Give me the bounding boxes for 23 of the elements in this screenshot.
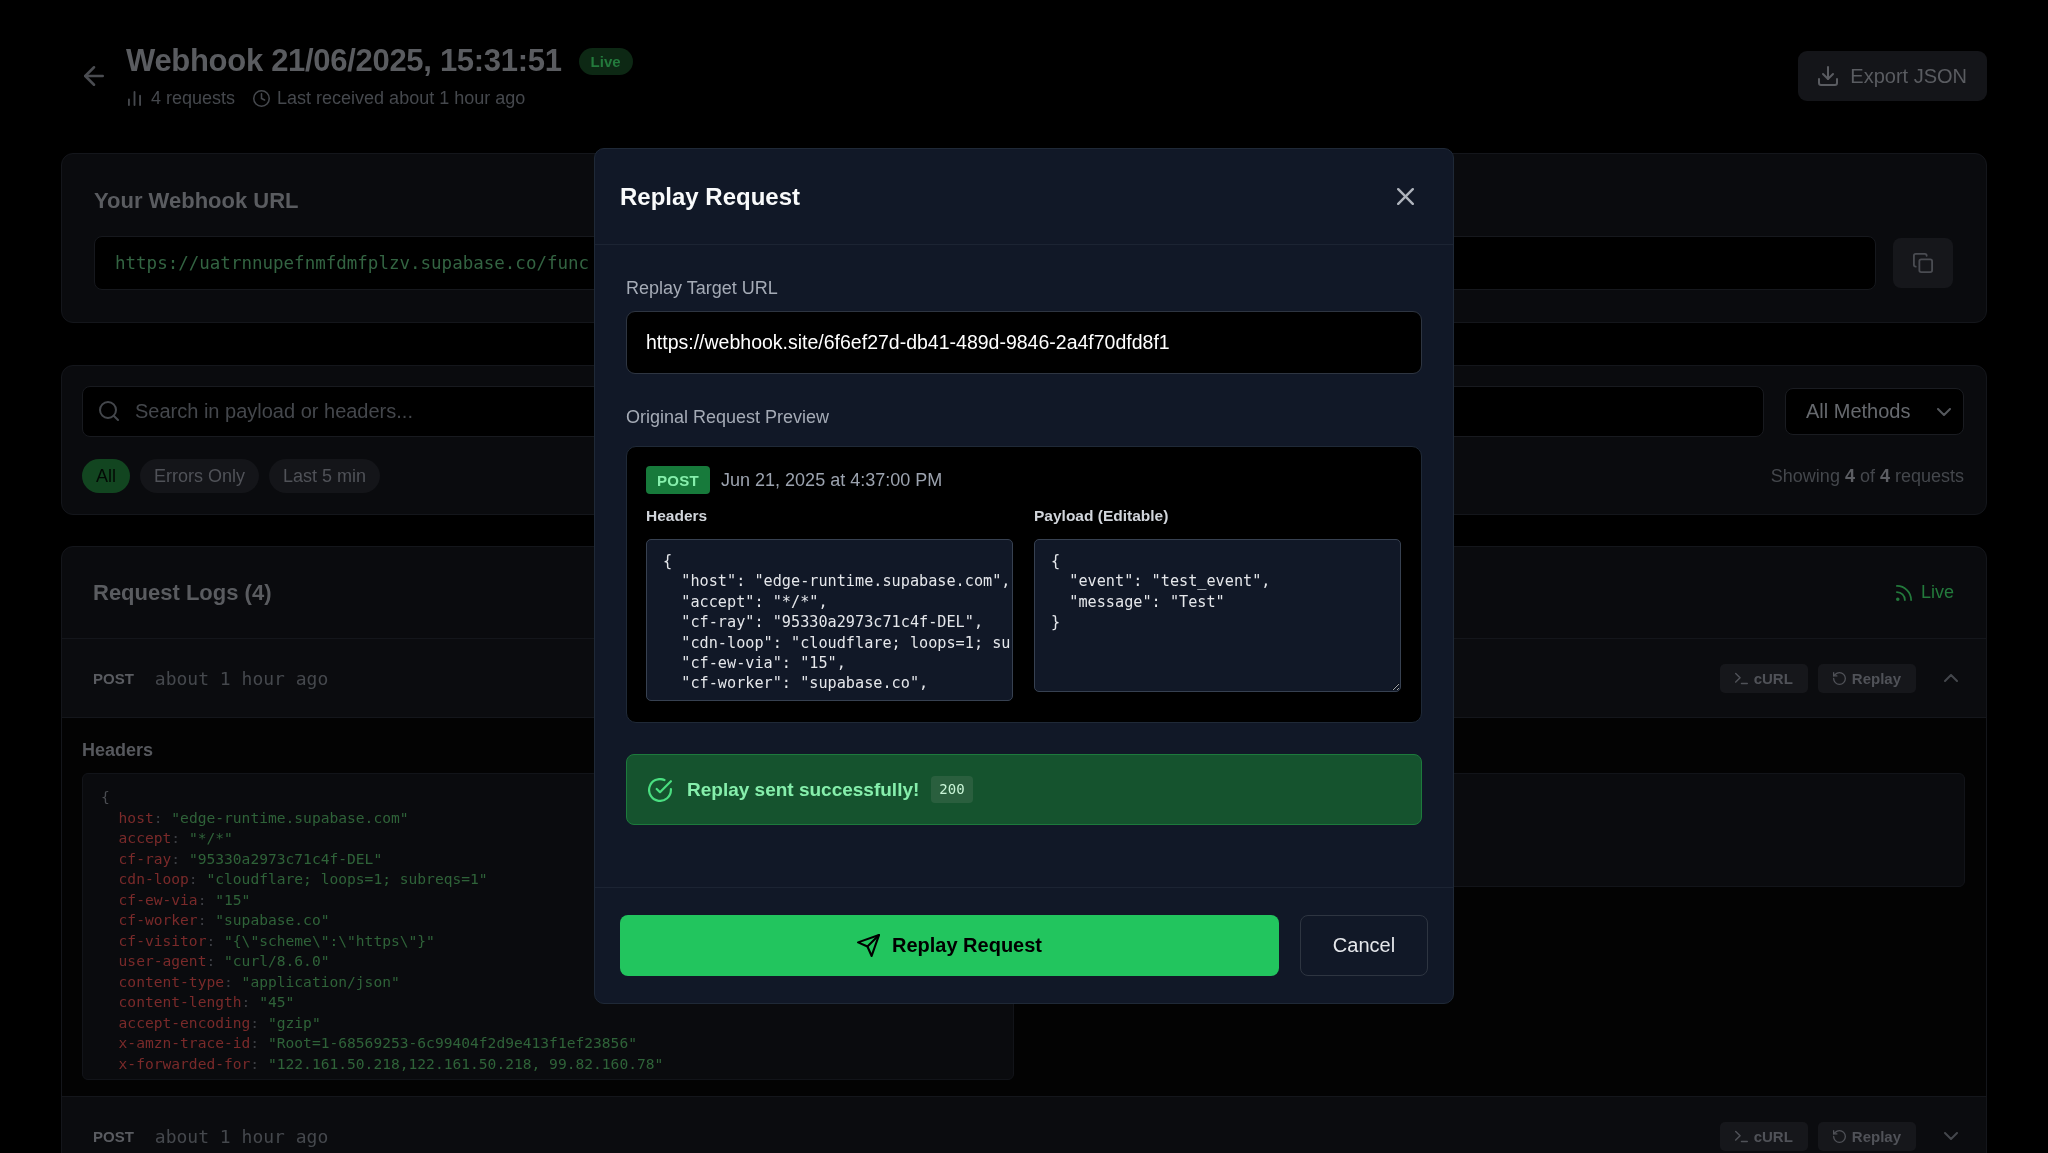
card-title: Your Webhook URL — [94, 188, 299, 214]
field-label: Replay Target URL — [626, 277, 778, 299]
headers-code: { "host": "edge-runtime.supabase.com", "accept": "*/*", "cf-ray": "95330a2973c71c4f-DEL", "cdn-loop": "cloudflare; loops=1; su "cf-ew-via": "15", "cf-worker": "supabase.co", — [646, 539, 1013, 701]
alert-message: Replay sent successfully! — [687, 778, 920, 801]
request-timestamp: Jun 21, 2025 at 4:37:00 PM — [721, 469, 943, 491]
dialog-title: Replay Request — [620, 182, 801, 211]
card-title: Request Logs (4) — [93, 579, 272, 606]
section-label: Headers — [82, 739, 154, 762]
live-label: Live — [1920, 582, 1954, 603]
field-label: Original Request Preview — [626, 406, 830, 428]
method-label: POST — [93, 1127, 134, 1145]
last-received-text: Last received about 1 hour ago — [277, 87, 526, 109]
method-label: POST — [93, 669, 134, 687]
page-title: Webhook 21/06/2025, 15:31:51 — [126, 43, 562, 79]
live-badge: Live — [578, 47, 633, 75]
request-time: about 1 hour ago — [154, 1125, 329, 1147]
request-count: 4 requests — [151, 87, 236, 109]
section-label: Headers — [646, 506, 708, 526]
status-code-badge: 200 — [931, 776, 973, 803]
method-badge: POST — [646, 466, 711, 494]
section-label: Payload (Editable) — [1034, 506, 1169, 526]
showing-count-text: Showing 4 of 4 requests — [1770, 465, 1964, 487]
request-time: about 1 hour ago — [154, 667, 329, 689]
